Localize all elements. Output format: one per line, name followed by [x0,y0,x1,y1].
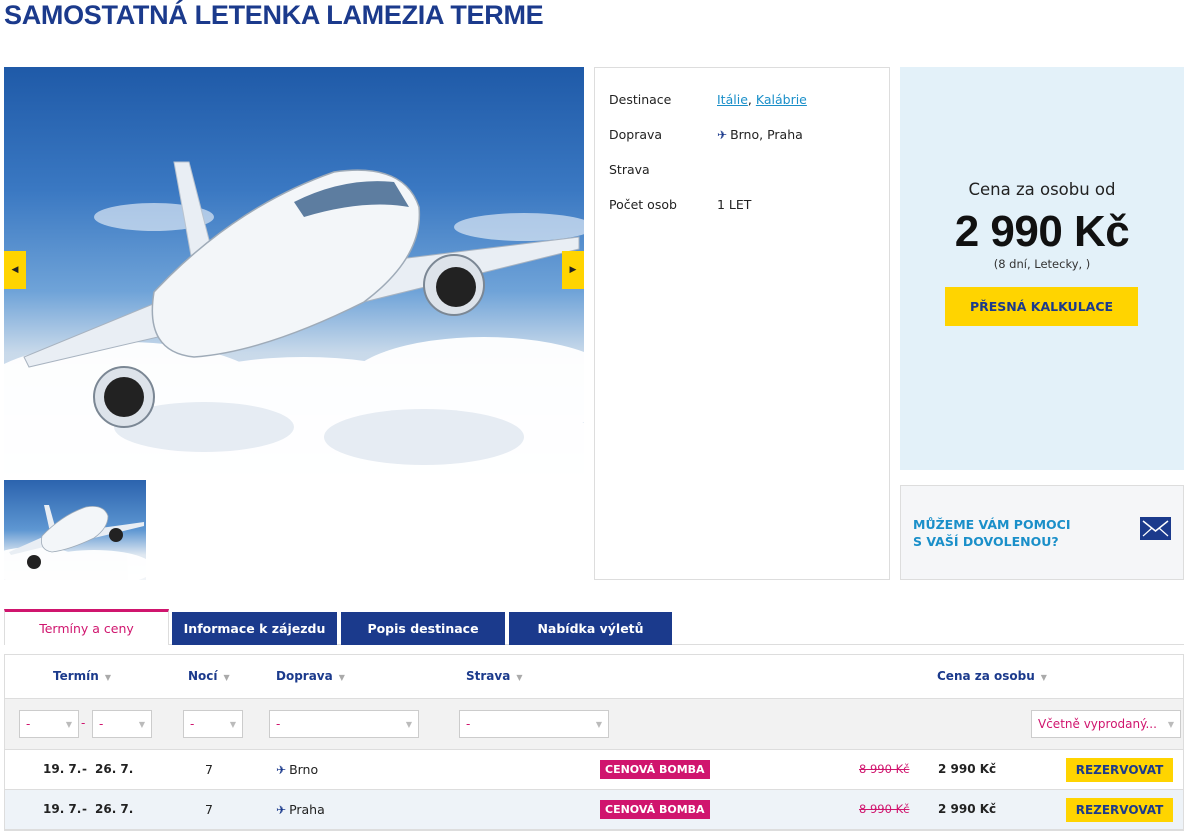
gallery-thumbnail[interactable] [4,480,146,580]
detail-tabs: Termíny a ceny Informace k zájezdu Popis… [4,609,1184,645]
tab-trip-info[interactable]: Informace k zájezdu [172,612,337,645]
filter-date-to[interactable]: - ▼ [92,710,152,738]
destination-row: Destinace Itálie, Kalábrie [609,92,807,107]
persons-label: Počet osob [609,197,677,212]
destination-value: Itálie, Kalábrie [717,92,807,107]
date-from: 19. 7. [43,802,82,816]
price-panel: Cena za osobu od 2 990 Kč (8 dní, Leteck… [900,67,1184,470]
date-to: 26. 7. [95,802,134,816]
chevron-down-icon: ▼ [229,720,236,729]
chevron-down-icon: ▼ [138,720,145,729]
transport-label: Doprava [609,127,663,142]
reserve-button[interactable]: REZERVOVAT [1066,798,1173,822]
trip-info-panel: Destinace Itálie, Kalábrie Doprava ✈ Brno… [594,67,890,580]
price-bomb-badge: CENOVÁ BOMBA [600,760,710,779]
tab-destination-description[interactable]: Popis destinace [341,612,505,645]
sort-caret-icon: ▼ [338,673,345,682]
board-row: Strava [609,162,717,177]
table-row: 19. 7. - 26. 7. 7 ✈ Brno CENOVÁ BOMBA 8 9… [5,750,1183,790]
sort-caret-icon: ▼ [516,673,523,682]
date-separator: - [82,802,87,816]
header-price[interactable]: Cena za osobu ▼ [937,669,1047,683]
tab-excursions[interactable]: Nabídka výletů [509,612,672,645]
persons-value: 1 LET [717,197,752,212]
chevron-down-icon: ▼ [595,720,602,729]
destination-separator: , [747,92,752,107]
airplane-photo [4,161,584,475]
header-term[interactable]: Termín ▼ [53,669,111,683]
filter-board[interactable]: - ▼ [459,710,609,738]
date-separator: - [82,762,87,776]
filter-availability[interactable]: Včetně vyprodaný... ▼ [1031,710,1181,738]
filter-transport[interactable]: - ▼ [269,710,419,738]
gallery-next-button[interactable]: ▶ [562,251,584,289]
help-panel[interactable]: MŮŽEME VÁM POMOCI S VAŠÍ DOVOLENOU? [900,485,1184,580]
destination-label: Destinace [609,92,672,107]
caret-right-icon: ▶ [569,265,577,275]
table-row: 19. 7. - 26. 7. 7 ✈ Praha CENOVÁ BOMBA 8 … [5,790,1183,830]
transport-value: Brno, Praha [730,127,803,142]
chevron-down-icon: ▼ [65,720,72,729]
filter-nights[interactable]: - ▼ [183,710,243,738]
reserve-button[interactable]: REZERVOVAT [1066,758,1173,782]
page: SAMOSTATNÁ LETENKA LAMEZIA TERME ◀ ▶ Des… [0,0,1191,837]
terms-table: Termín ▼ Nocí ▼ Doprava ▼ Strava ▼ Cena za o… [4,654,1184,831]
gallery-prev-button[interactable]: ◀ [4,251,26,289]
price-bomb-badge: CENOVÁ BOMBA [600,800,710,819]
filter-date-from[interactable]: - ▼ [19,710,79,738]
sort-caret-icon: ▼ [104,673,111,682]
exact-calculation-button[interactable]: PŘESNÁ KALKULACE [945,287,1138,326]
airplane-thumbnail-image [4,505,146,580]
original-price: 8 990 Kč [859,762,910,776]
envelope-icon[interactable] [1140,517,1171,540]
sort-caret-icon: ▼ [1040,673,1047,682]
header-transport[interactable]: Doprava ▼ [276,669,345,683]
page-title: SAMOSTATNÁ LETENKA LAMEZIA TERME [4,0,544,30]
header-board[interactable]: Strava ▼ [466,669,522,683]
help-text-line1: MŮŽEME VÁM POMOCI [913,517,1071,532]
date-to: 26. 7. [95,762,134,776]
filter-row: - ▼ - - ▼ - ▼ - ▼ - ▼ Včetně vyprodaný... ▼ [5,698,1183,750]
chevron-down-icon: ▼ [1167,720,1174,729]
help-text: MŮŽEME VÁM POMOCI S VAŠÍ DOVOLENOU? [913,516,1071,550]
caret-left-icon: ◀ [11,265,19,275]
airplane-icon: ✈ [717,128,728,142]
board-label: Strava [609,162,650,177]
nights-value: 7 [205,762,213,777]
help-text-line2: S VAŠÍ DOVOLENOU? [913,534,1059,549]
header-nights[interactable]: Nocí ▼ [188,669,230,683]
price-note: (8 dní, Letecky, ) [993,257,1091,271]
current-price: 2 990 Kč [938,762,997,776]
main-photo[interactable] [4,67,584,475]
airplane-icon: ✈ [276,803,287,817]
destination-country-link[interactable]: Itálie [717,92,748,107]
destination-region-link[interactable]: Kalábrie [756,92,807,107]
airplane-icon: ✈ [276,763,287,777]
chevron-down-icon: ▼ [405,720,412,729]
price-label: Cena za osobu od [968,180,1116,199]
original-price: 8 990 Kč [859,802,910,816]
sort-caret-icon: ▼ [223,673,230,682]
current-price: 2 990 Kč [938,802,997,816]
persons-row: Počet osob 1 LET [609,197,751,212]
nights-value: 7 [205,802,213,817]
transport-value: Brno [289,762,319,777]
date-from: 19. 7. [43,762,82,776]
price-value: 2 990 Kč [954,207,1130,256]
tab-terms-prices[interactable]: Termíny a ceny [4,609,169,645]
date-range-separator: - [81,716,86,730]
transport-value: Praha [289,802,325,817]
transport-row: Doprava ✈ Brno, Praha [609,127,803,142]
